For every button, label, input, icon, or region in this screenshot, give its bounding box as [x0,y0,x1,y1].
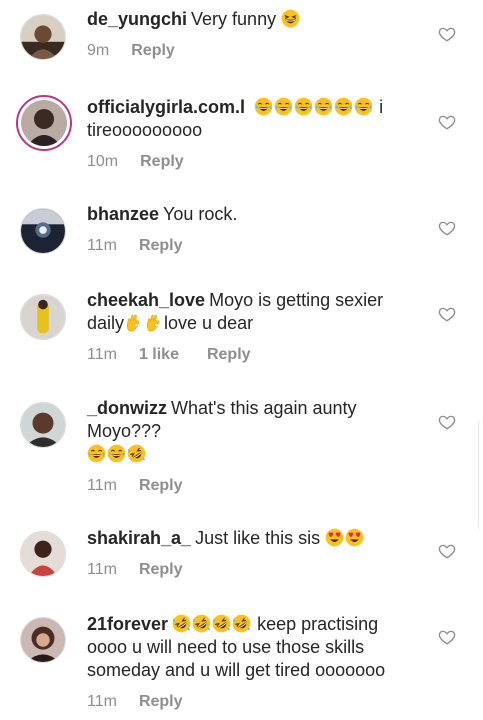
rolling-on-floor-laughing-icon [232,614,251,633]
reply-button[interactable]: Reply [139,692,183,712]
ok-hand-icon [124,313,143,332]
reply-button[interactable]: Reply [139,236,183,256]
scroll-edge[interactable] [478,420,483,530]
face-with-tears-of-joy-icon [334,97,353,116]
rolling-on-floor-laughing-icon [127,444,146,463]
face-with-tears-of-joy-icon [107,444,126,463]
ok-hand-icon [144,313,163,332]
avatar[interactable] [20,402,66,448]
comment-text: You rock. [163,204,238,224]
comment-text-continued: love u dear [164,313,254,333]
comment-text: Just like this sis [195,528,321,548]
heart-outline-icon[interactable] [438,219,456,237]
heart-outline-icon[interactable] [438,25,456,43]
avatar[interactable] [20,294,66,340]
avatar[interactable] [20,531,66,577]
comment-time: 9m [87,42,110,59]
heart-outline-icon[interactable] [438,628,456,646]
face-with-tears-of-joy-icon [87,444,106,463]
comment-time: 11m [87,477,117,494]
comment-username[interactable]: cheekah_love [87,290,205,310]
comment-username[interactable]: _donwizz [87,398,167,418]
face-with-tears-of-joy-icon [294,97,313,116]
comment-time: 11m [87,561,117,578]
comment-username[interactable]: de_yungchi [87,9,187,29]
avatar[interactable] [20,617,66,663]
heart-outline-icon[interactable] [438,113,456,131]
avatar[interactable] [16,95,72,151]
comment-time: 10m [87,153,119,170]
face-with-tears-of-joy-icon [354,97,373,116]
rolling-on-floor-laughing-icon [172,614,191,633]
smiling-face-with-heart-eyes-icon [325,528,344,547]
face-with-tears-of-joy-icon [314,97,333,116]
rolling-on-floor-laughing-icon [192,614,211,633]
heart-outline-icon[interactable] [438,542,456,560]
face-with-tears-of-joy-icon [254,97,273,116]
comment-username[interactable]: 21forever [87,614,168,634]
reply-button[interactable]: Reply [131,41,175,61]
comment-time: 11m [87,237,117,254]
reply-button[interactable]: Reply [207,345,251,365]
face-with-tears-of-joy-icon [274,97,293,116]
heart-outline-icon[interactable] [438,305,456,323]
avatar[interactable] [20,208,66,254]
like-count[interactable]: 1 like [139,345,179,365]
avatar[interactable] [20,14,66,60]
reply-button[interactable]: Reply [140,152,184,172]
rolling-on-floor-laughing-icon [212,614,231,633]
comment-text: Very funny [191,9,277,29]
comment-username[interactable]: bhanzee [87,204,159,224]
comment-username[interactable]: officialygirla.com.l [87,97,245,117]
smiling-face-with-heart-eyes-icon [345,528,364,547]
grinning-squinting-face-icon [281,9,300,28]
comment-time: 11m [87,346,117,363]
comment-time: 11m [87,693,117,710]
reply-button[interactable]: Reply [139,476,183,496]
reply-button[interactable]: Reply [139,560,183,580]
comment-username[interactable]: shakirah_a_ [87,528,191,548]
heart-outline-icon[interactable] [438,413,456,431]
